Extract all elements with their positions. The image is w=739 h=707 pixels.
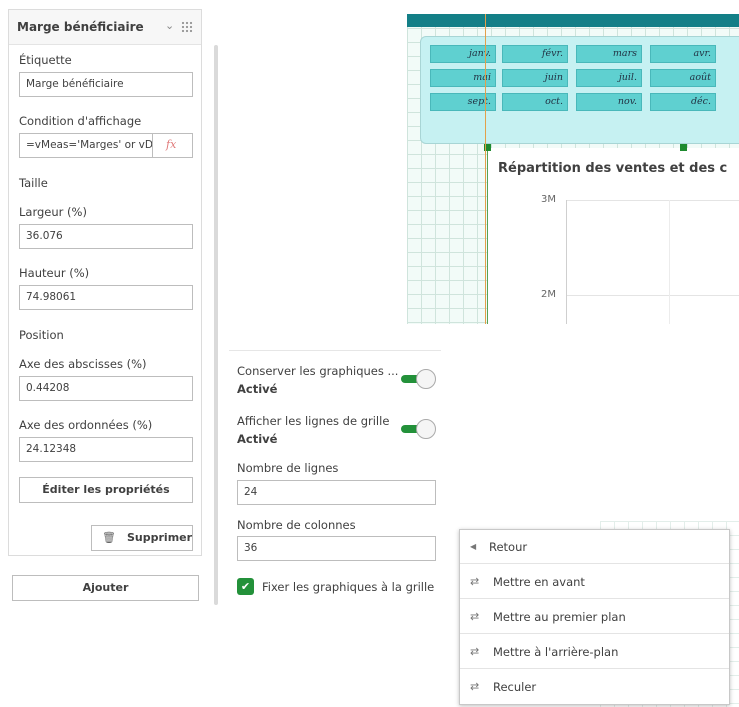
y-axis-field-label: Axe des ordonnées (%) <box>19 418 153 432</box>
sheet-canvas[interactable]: janv. févr. mars avr. mai juin juil. aoû… <box>407 14 739 324</box>
month-cell[interactable]: juin <box>502 69 568 87</box>
month-cell[interactable]: août <box>650 69 716 87</box>
context-menu: ◀ Retour ⇄ Mettre en avant ⇄ Mettre au p… <box>459 529 730 705</box>
month-filter-pane[interactable]: janv. févr. mars avr. mai juin juil. aoû… <box>420 36 739 144</box>
trash-icon: 🗑 <box>102 531 116 544</box>
gridline <box>669 200 670 324</box>
menu-item-send-backward[interactable]: ⇄ Reculer <box>460 670 729 704</box>
size-section-title: Taille <box>19 176 48 190</box>
menu-item-label: Mettre au premier plan <box>493 610 626 624</box>
y-axis-input[interactable]: 24.12348 <box>19 437 193 462</box>
month-cell[interactable]: janv. <box>430 45 496 63</box>
delete-button-label: Supprimer <box>127 531 193 544</box>
panel-title: Marge bénéficiaire <box>17 20 144 34</box>
gridline <box>566 295 739 296</box>
grid-settings-panel: Conserver les graphiques ... Activé Affi… <box>229 350 441 607</box>
month-cell[interactable]: mars <box>576 45 642 63</box>
month-cell[interactable]: avr. <box>650 45 716 63</box>
menu-item-label: Mettre en avant <box>493 575 585 589</box>
keep-charts-state: Activé <box>237 382 278 396</box>
width-field-label: Largeur (%) <box>19 205 87 219</box>
delete-button[interactable]: 🗑 Supprimer <box>91 525 193 551</box>
show-grid-toggle[interactable] <box>416 419 436 439</box>
gridline <box>566 200 739 201</box>
x-axis-field-label: Axe des abscisses (%) <box>19 357 147 371</box>
menu-item-send-to-back[interactable]: ⇄ Mettre à l'arrière-plan <box>460 635 729 669</box>
chart-title: Répartition des ventes et des c <box>498 161 728 176</box>
condition-field-label: Condition d'affichage <box>19 114 142 128</box>
label-input[interactable]: Marge bénéficiaire <box>19 72 193 97</box>
fx-icon: fx <box>166 138 177 151</box>
expression-button[interactable]: fx <box>152 133 193 158</box>
condition-input[interactable]: =vMeas='Marges' or vDe' <box>19 133 153 158</box>
rows-input[interactable]: 24 <box>237 480 436 505</box>
month-cell[interactable]: sept. <box>430 93 496 111</box>
layer-order-icon: ⇄ <box>470 610 480 623</box>
add-button[interactable]: Ajouter <box>12 575 199 601</box>
caret-left-icon: ◀ <box>470 542 477 551</box>
y-tick-label: 2M <box>541 289 556 300</box>
menu-back-label: Retour <box>489 540 528 554</box>
height-field-label: Hauteur (%) <box>19 266 90 280</box>
cols-input[interactable]: 36 <box>237 536 436 561</box>
position-section-title: Position <box>19 328 64 342</box>
month-cell[interactable]: juil. <box>576 69 642 87</box>
month-cell[interactable]: févr. <box>502 45 568 63</box>
layer-order-icon: ⇄ <box>470 680 480 693</box>
month-cell[interactable]: oct. <box>502 93 568 111</box>
menu-item-bring-forward[interactable]: ⇄ Mettre en avant <box>460 565 729 599</box>
month-cell[interactable]: mai <box>430 69 496 87</box>
menu-back-item[interactable]: ◀ Retour <box>460 530 729 564</box>
edit-properties-button[interactable]: Éditer les propriétés <box>19 477 193 503</box>
rows-label: Nombre de lignes <box>237 461 339 475</box>
y-axis-line <box>566 200 567 324</box>
height-input[interactable]: 74.98061 <box>19 285 193 310</box>
keep-charts-label: Conserver les graphiques ... <box>237 364 399 378</box>
show-grid-state: Activé <box>237 432 278 446</box>
x-axis-input[interactable]: 0.44208 <box>19 376 193 401</box>
show-grid-label: Afficher les lignes de grille <box>237 414 390 428</box>
canvas-top-bar <box>407 14 739 27</box>
cols-label: Nombre de colonnes <box>237 518 356 532</box>
y-tick-label: 3M <box>541 194 556 205</box>
menu-item-bring-to-front[interactable]: ⇄ Mettre au premier plan <box>460 600 729 634</box>
menu-item-label: Reculer <box>493 680 537 694</box>
chart-object[interactable]: Répartition des ventes et des c 3M 2M <box>487 148 739 324</box>
month-cell[interactable]: déc. <box>650 93 716 111</box>
layer-order-icon: ⇄ <box>470 645 480 658</box>
snap-checkbox[interactable]: ✔ <box>237 578 254 595</box>
snap-guide-line <box>485 14 486 324</box>
panel-header[interactable]: Marge bénéficiaire ⌄ <box>9 10 201 45</box>
layer-order-icon: ⇄ <box>470 575 480 588</box>
drag-handle-icon[interactable] <box>181 21 193 33</box>
properties-panel: Marge bénéficiaire ⌄ Étiquette Marge bén… <box>8 9 202 556</box>
snap-label: Fixer les graphiques à la grille <box>262 580 435 594</box>
resize-handle[interactable] <box>680 144 687 151</box>
month-cell[interactable]: nov. <box>576 93 642 111</box>
panel-scrollbar[interactable] <box>214 45 218 605</box>
chevron-down-icon[interactable]: ⌄ <box>165 19 174 32</box>
label-field-label: Étiquette <box>19 53 72 67</box>
menu-item-label: Mettre à l'arrière-plan <box>493 645 619 659</box>
width-input[interactable]: 36.076 <box>19 224 193 249</box>
keep-charts-toggle[interactable] <box>416 369 436 389</box>
